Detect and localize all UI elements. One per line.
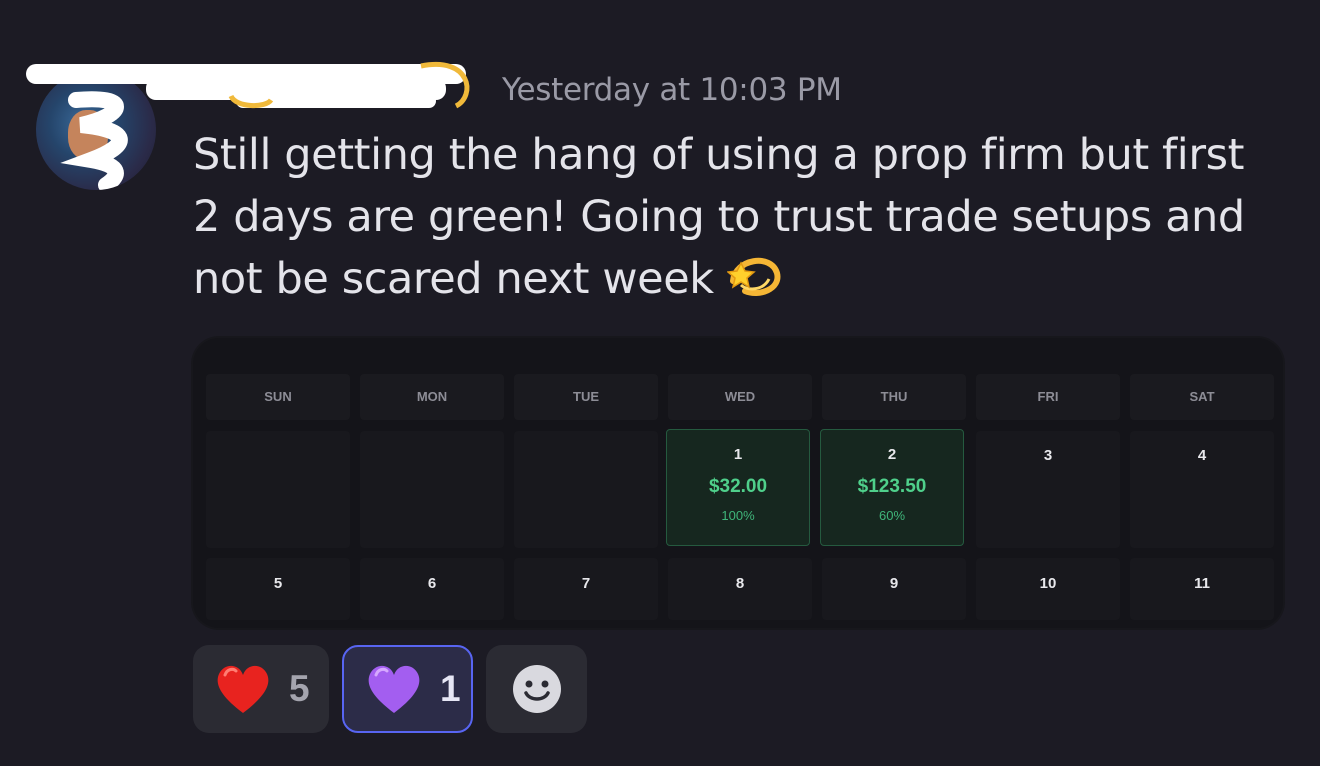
reaction-purple-heart[interactable]: 1 xyxy=(342,645,473,733)
calendar-day-empty xyxy=(206,431,350,548)
calendar-day-11[interactable]: 11 xyxy=(1130,558,1274,620)
message-timestamp[interactable]: Yesterday at 10:03 PM xyxy=(502,72,842,108)
reaction-red-heart[interactable]: 5 xyxy=(193,645,329,733)
day-win-rate: 100% xyxy=(721,508,755,523)
day-number: 11 xyxy=(1194,575,1210,592)
day-number: 4 xyxy=(1197,447,1207,464)
add-reaction-icon xyxy=(512,665,561,713)
calendar-day-4[interactable]: 4 xyxy=(1130,431,1274,548)
day-pnl: $123.50 xyxy=(857,476,927,497)
calendar-day-10[interactable]: 10 xyxy=(976,558,1120,620)
day-number: 1 xyxy=(733,446,743,463)
calendar-day-8[interactable]: 8 xyxy=(668,558,812,620)
day-number: 7 xyxy=(581,575,591,592)
purple-heart-icon xyxy=(368,665,420,713)
calendar-day-6[interactable]: 6 xyxy=(360,558,504,620)
red-heart-icon xyxy=(217,665,269,713)
calendar-day-3[interactable]: 3 xyxy=(976,431,1120,548)
dizzy-emoji xyxy=(727,257,781,296)
calendar-day-empty xyxy=(514,431,658,548)
add-reaction-button[interactable] xyxy=(486,645,587,733)
weekday-tue: TUE xyxy=(514,374,658,420)
weekday-sun: SUN xyxy=(206,374,350,420)
weekday-wed: WED xyxy=(668,374,812,420)
reaction-count: 5 xyxy=(289,668,310,709)
username-redacted xyxy=(26,61,470,109)
calendar-day-empty xyxy=(360,431,504,548)
weekday-mon: MON xyxy=(360,374,504,420)
calendar-day-2[interactable]: 2 $123.50 60% xyxy=(820,429,964,546)
calendar-day-7[interactable]: 7 xyxy=(514,558,658,620)
pnl-calendar[interactable]: SUN MON TUE WED THU FRI SAT 1 $32.00 100… xyxy=(193,338,1283,628)
day-number: 9 xyxy=(889,575,899,592)
reaction-count: 1 xyxy=(440,668,461,709)
day-number: 5 xyxy=(273,575,283,592)
calendar-day-1[interactable]: 1 $32.00 100% xyxy=(666,429,810,546)
day-pnl: $32.00 xyxy=(708,476,768,497)
weekday-sat: SAT xyxy=(1130,374,1274,420)
weekday-thu: THU xyxy=(822,374,966,420)
day-number: 6 xyxy=(427,575,437,592)
day-number: 8 xyxy=(735,575,745,592)
calendar-day-5[interactable]: 5 xyxy=(206,558,350,620)
message-content: Still getting the hang of using a prop f… xyxy=(193,124,1273,310)
calendar-day-9[interactable]: 9 xyxy=(822,558,966,620)
day-number: 3 xyxy=(1043,447,1053,464)
message-text: Still getting the hang of using a prop f… xyxy=(193,130,1245,304)
chat-message: Yesterday at 10:03 PM Still getting the … xyxy=(0,0,1320,766)
day-number: 10 xyxy=(1039,575,1057,592)
day-number: 2 xyxy=(887,446,897,463)
weekday-fri: FRI xyxy=(976,374,1120,420)
day-win-rate: 60% xyxy=(878,508,906,523)
